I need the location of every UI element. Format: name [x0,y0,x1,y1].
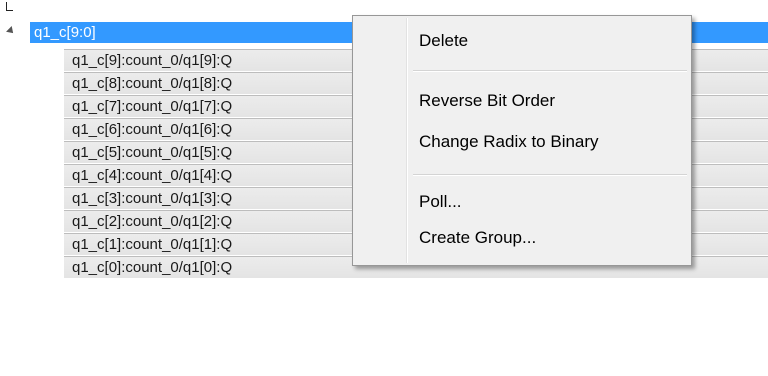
signal-label: q1_c[2]:count_0/q1[2]:Q [72,213,233,230]
menu-item-label: Delete [419,31,469,50]
signal-label: q1_c[3]:count_0/q1[3]:Q [72,190,233,207]
signal-label: q1_c[1]:count_0/q1[1]:Q [72,236,233,253]
expand-arrow-icon[interactable] [6,26,16,36]
signal-group-label: q1_c[9:0] [34,24,96,41]
signal-label: q1_c[7]:count_0/q1[7]:Q [72,98,233,115]
signal-label: q1_c[6]:count_0/q1[6]:Q [72,121,233,138]
signal-label: q1_c[5]:count_0/q1[5]:Q [72,144,233,161]
menu-separator [413,174,687,176]
menu-separator [413,70,687,72]
menu-item-change-radix[interactable]: Change Radix to Binary [355,127,689,159]
menu-item-reverse-bit-order[interactable]: Reverse Bit Order [355,86,689,118]
corner-mark-icon [6,2,13,11]
signal-label: q1_c[4]:count_0/q1[4]:Q [72,167,233,184]
top-strip [0,0,768,12]
signal-label: q1_c[8]:count_0/q1[8]:Q [72,75,233,92]
menu-item-label: Reverse Bit Order [419,91,556,110]
menu-item-poll[interactable]: Poll... [355,187,689,219]
signal-label: q1_c[9]:count_0/q1[9]:Q [72,52,233,69]
menu-item-label: Change Radix to Binary [419,132,599,151]
menu-item-label: Create Group... [419,228,537,247]
menu-item-delete[interactable]: Delete [355,26,689,58]
signal-label: q1_c[0]:count_0/q1[0]:Q [72,259,233,276]
menu-item-label: Poll... [419,192,462,211]
menu-item-create-group[interactable]: Create Group... [355,223,689,255]
context-menu: Delete Reverse Bit Order Change Radix to… [352,15,692,266]
